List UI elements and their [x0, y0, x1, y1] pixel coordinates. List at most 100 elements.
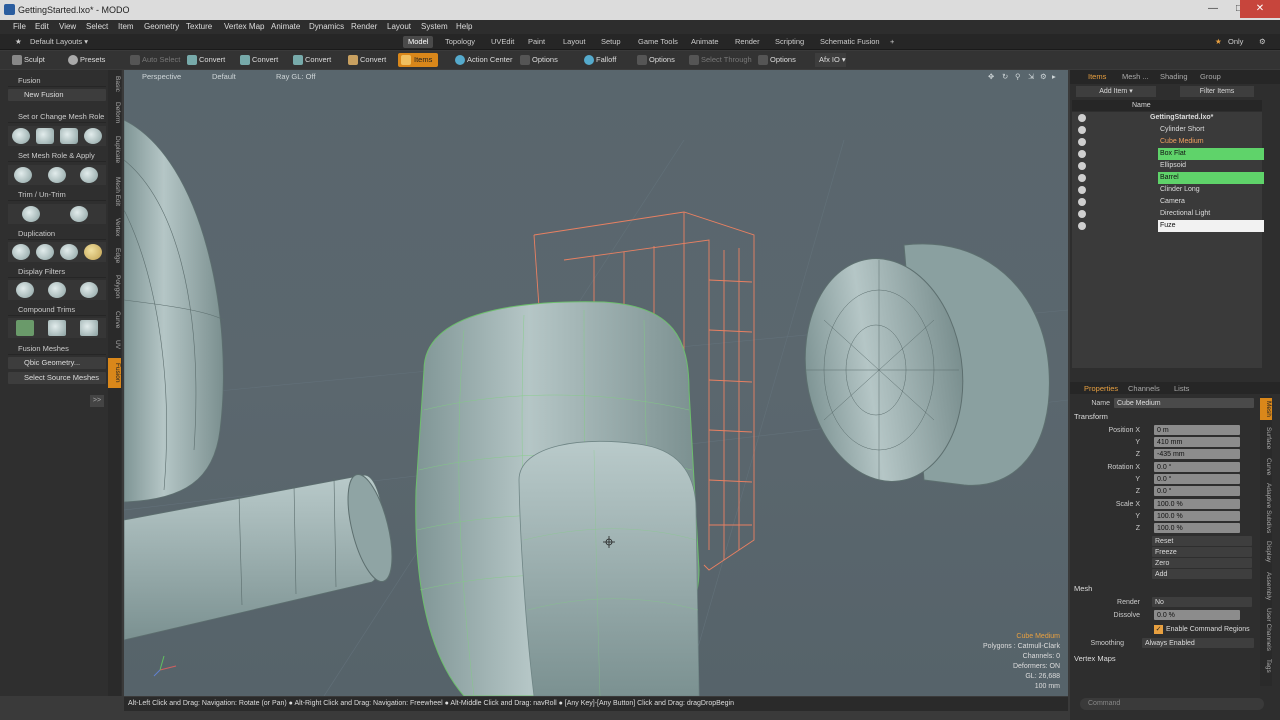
vtab-curve[interactable]: Curve	[1260, 456, 1272, 478]
visibility-eye-icon[interactable]	[1078, 162, 1086, 170]
menu-dynamics[interactable]: Dynamics	[309, 22, 344, 31]
duplicate-union-icon[interactable]	[12, 244, 30, 260]
menu-texture[interactable]: Texture	[186, 22, 212, 31]
scale-y-field[interactable]: 100.0 %	[1154, 511, 1240, 521]
tab-properties[interactable]: Properties	[1084, 384, 1118, 393]
vtab-mesh-edit[interactable]: Mesh Edit	[108, 174, 121, 208]
select-source-meshes-button[interactable]: Select Source Meshes	[8, 372, 106, 384]
scale-z-field[interactable]: 100.0 %	[1154, 523, 1240, 533]
items-mode-button[interactable]: Items	[398, 53, 439, 67]
vtab-assembly[interactable]: Assembly	[1260, 570, 1272, 602]
render-dropdown[interactable]: No	[1152, 597, 1252, 607]
freeze-dropdown[interactable]: Freeze	[1152, 547, 1252, 557]
scene-row[interactable]: GettingStarted.lxo*	[1074, 112, 1264, 124]
filter-source-icon[interactable]	[80, 282, 98, 298]
tab-uvedit[interactable]: UVEdit	[486, 36, 519, 48]
visibility-eye-icon[interactable]	[1078, 198, 1086, 206]
name-field[interactable]: Cube Medium	[1114, 398, 1254, 408]
sculpt-button[interactable]: Sculpt	[12, 53, 45, 67]
3d-viewport[interactable]: Perspective Default Ray GL: Off ✥ ↻ ⚲ ⇲ …	[124, 70, 1068, 696]
vtab-polygon[interactable]: Polygon	[108, 272, 121, 302]
only-toggle[interactable]: Only	[1223, 36, 1248, 48]
menu-help[interactable]: Help	[456, 22, 472, 31]
position-x-field[interactable]: 0 m	[1154, 425, 1240, 435]
convert-polygons-button[interactable]: Convert	[293, 53, 331, 67]
falloff-button[interactable]: Falloff	[584, 53, 616, 67]
item-row-cylinder-short[interactable]: Cylinder Short	[1074, 124, 1264, 136]
command-input[interactable]: Command	[1080, 698, 1264, 710]
vtab-fusion[interactable]: Fusion	[108, 358, 121, 388]
settings-gear-icon[interactable]: ⚙	[1254, 36, 1271, 48]
tab-paint[interactable]: Paint	[523, 36, 550, 48]
menu-file[interactable]: File	[13, 22, 26, 31]
tab-setup[interactable]: Setup	[596, 36, 626, 48]
menu-system[interactable]: System	[421, 22, 448, 31]
menu-animate[interactable]: Animate	[271, 22, 300, 31]
trim-icon[interactable]	[22, 206, 40, 222]
vtab-curve[interactable]: Curve	[108, 308, 121, 332]
item-row-fuze[interactable]: Fuze	[1074, 220, 1264, 232]
item-row-directional-light[interactable]: Directional Light	[1074, 208, 1264, 220]
visibility-eye-icon[interactable]	[1078, 114, 1086, 122]
visibility-eye-icon[interactable]	[1078, 210, 1086, 218]
visibility-eye-icon[interactable]	[1078, 126, 1086, 134]
vtab-adaptive-subdivs[interactable]: Adaptive Subdivs	[1260, 482, 1272, 534]
checkbox-checked-icon[interactable]: ✓	[1154, 625, 1163, 634]
apply-intersect-icon[interactable]	[48, 167, 66, 183]
dissolve-field[interactable]: 0.0 %	[1154, 610, 1240, 620]
rotation-z-field[interactable]: 0.0 °	[1154, 486, 1240, 496]
rotation-x-field[interactable]: 0.0 °	[1154, 462, 1240, 472]
sphere-subtract-role-icon[interactable]	[84, 128, 102, 144]
vtab-uv[interactable]: UV	[108, 338, 121, 352]
position-z-field[interactable]: -435 mm	[1154, 449, 1240, 459]
filter-all-icon[interactable]	[16, 282, 34, 298]
compound-trim-1-icon[interactable]	[16, 320, 34, 336]
vtab-duplicate[interactable]: Duplicate	[108, 132, 121, 168]
visibility-eye-icon[interactable]	[1078, 222, 1086, 230]
vtab-edge[interactable]: Edge	[108, 246, 121, 266]
apply-union-icon[interactable]	[14, 167, 32, 183]
sphere-role-icon[interactable]	[12, 128, 30, 144]
action-center-button[interactable]: Action Center	[455, 53, 512, 67]
convert-edges-button[interactable]: Convert	[240, 53, 278, 67]
item-row-camera[interactable]: Camera	[1074, 196, 1264, 208]
minimize-button[interactable]: —	[1200, 0, 1226, 18]
tab-lists[interactable]: Lists	[1174, 384, 1189, 393]
item-row-ellipsoid[interactable]: Ellipsoid	[1074, 160, 1264, 172]
tab-animate[interactable]: Animate	[686, 36, 724, 48]
visibility-eye-icon[interactable]	[1078, 174, 1086, 182]
smoothing-dropdown[interactable]: Always Enabled	[1142, 638, 1254, 648]
menu-render[interactable]: Render	[351, 22, 377, 31]
tab-group[interactable]: Group	[1200, 72, 1221, 81]
presets-button[interactable]: Presets	[68, 53, 105, 67]
duplicate-intersect-icon[interactable]	[36, 244, 54, 260]
convert-vertices-button[interactable]: Convert	[187, 53, 225, 67]
tab-schematic-fusion[interactable]: Schematic Fusion	[815, 36, 885, 48]
vtab-surface[interactable]: Surface	[1260, 424, 1272, 452]
position-y-field[interactable]: 410 mm	[1154, 437, 1240, 447]
auto-select-button[interactable]: Auto Select	[130, 53, 180, 67]
menu-layout[interactable]: Layout	[387, 22, 411, 31]
menu-edit[interactable]: Edit	[35, 22, 49, 31]
options-button-1[interactable]: Options	[520, 53, 558, 67]
tab-shading[interactable]: Shading	[1160, 72, 1188, 81]
scale-x-field[interactable]: 100.0 %	[1154, 499, 1240, 509]
new-fusion-button[interactable]: New Fusion	[8, 89, 106, 101]
vtab-display[interactable]: Display	[1260, 538, 1272, 566]
tab-mesh[interactable]: Mesh ...	[1122, 72, 1149, 81]
menu-view[interactable]: View	[59, 22, 76, 31]
options-button-3[interactable]: Options	[758, 53, 796, 67]
tab-items[interactable]: Items	[1088, 72, 1106, 81]
cube-add-role-icon[interactable]	[60, 128, 78, 144]
vtab-mesh[interactable]: Mesh	[1260, 398, 1272, 420]
tab-scripting[interactable]: Scripting	[770, 36, 809, 48]
compound-trim-2-icon[interactable]	[48, 320, 66, 336]
default-layouts-dropdown[interactable]: Default Layouts ▾	[25, 36, 93, 48]
vtab-user-channels[interactable]: User Channels	[1260, 606, 1272, 652]
add-tab-icon[interactable]: +	[885, 36, 899, 48]
visibility-eye-icon[interactable]	[1078, 138, 1086, 146]
item-row-clinder-long[interactable]: Clinder Long	[1074, 184, 1264, 196]
vtab-tags[interactable]: Tags	[1260, 656, 1272, 676]
menu-item[interactable]: Item	[118, 22, 134, 31]
fuze-mesh[interactable]	[518, 440, 700, 696]
